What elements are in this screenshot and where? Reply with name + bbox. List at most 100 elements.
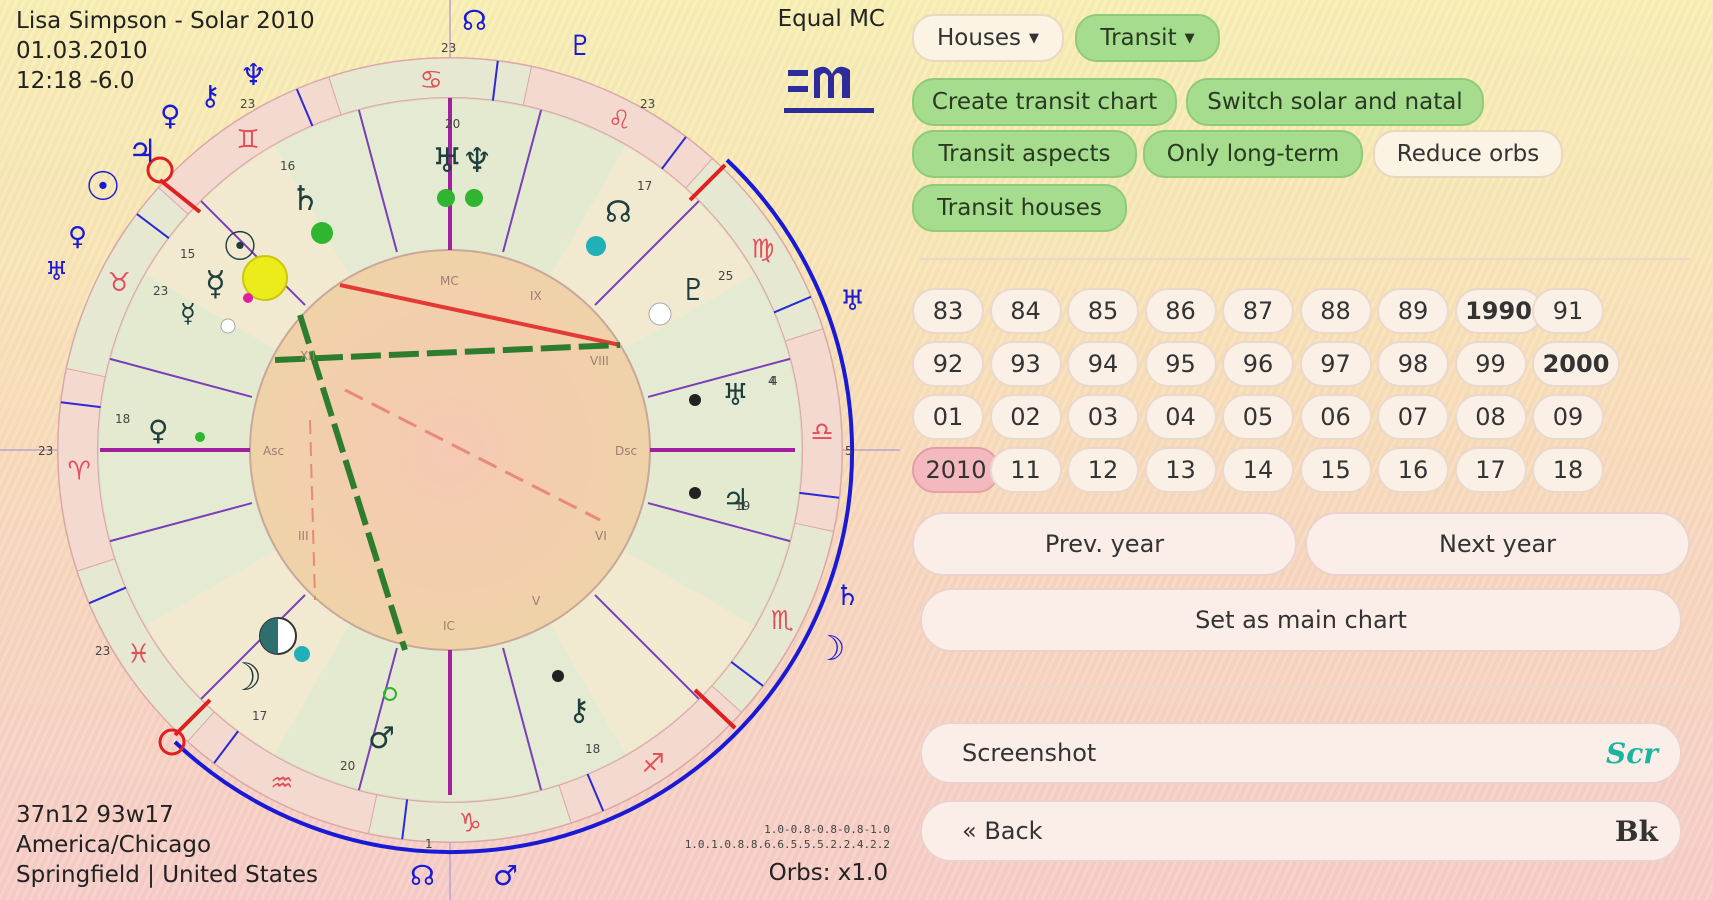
transit-node-glyph[interactable]: ☊	[462, 4, 487, 37]
year-button[interactable]: 02	[989, 394, 1062, 440]
houses-dropdown[interactable]: Houses ▼	[912, 14, 1064, 62]
year-button[interactable]: 89	[1377, 288, 1449, 334]
year-button[interactable]: 93	[989, 341, 1062, 387]
transit-aspects-button[interactable]: Transit aspects	[912, 130, 1137, 178]
year-button[interactable]: 1990	[1454, 288, 1543, 334]
create-transit-chart-button[interactable]: Create transit chart	[912, 78, 1177, 126]
zodiac-sign-glyph: ♉	[108, 268, 131, 298]
transit-moon-glyph[interactable]: ☽	[815, 629, 845, 669]
year-button[interactable]: 98	[1377, 341, 1449, 387]
houses-label: Houses	[936, 25, 1022, 51]
set-main-chart-button[interactable]: Set as main chart	[920, 588, 1682, 652]
planet-dot-green[interactable]	[437, 189, 455, 207]
uranus-glyph-2[interactable]: ♅	[722, 378, 749, 413]
transit-jupiter-glyph[interactable]: ♃	[128, 132, 157, 170]
transit-venus-glyph[interactable]: ♀	[160, 99, 181, 132]
degree-label: 1	[425, 837, 433, 851]
transit-houses-button[interactable]: Transit houses	[912, 184, 1127, 232]
sun-glyph[interactable]: ☉	[222, 224, 258, 270]
transit-uranus-glyph-2[interactable]: ♅	[45, 257, 68, 287]
planet-dot-white[interactable]	[648, 302, 672, 326]
transit-saturn-glyph[interactable]: ♄	[835, 579, 860, 612]
next-year-button[interactable]: Next year	[1305, 512, 1690, 576]
prev-year-button[interactable]: Prev. year	[912, 512, 1297, 576]
year-button[interactable]: 15	[1299, 447, 1372, 493]
year-button[interactable]: 99	[1454, 341, 1527, 387]
year-button[interactable]: 01	[912, 394, 984, 440]
transit-venus-glyph-2[interactable]: ♀	[68, 222, 87, 252]
zodiac-sign-glyph: ♓	[127, 640, 150, 670]
year-button[interactable]: 13	[1144, 447, 1217, 493]
neptune-glyph[interactable]: ♆	[462, 141, 492, 181]
year-button[interactable]: 86	[1144, 288, 1217, 334]
mars-glyph[interactable]: ♂	[368, 721, 395, 756]
year-button[interactable]: 83	[912, 288, 984, 334]
chart-date: 01.03.2010	[16, 38, 148, 64]
degree-label: 23	[240, 97, 255, 111]
red-cusp-ring	[158, 728, 186, 756]
transit-uranus-glyph[interactable]: ♅	[840, 284, 865, 317]
year-button[interactable]: 14	[1222, 447, 1294, 493]
year-button[interactable]: 97	[1299, 341, 1372, 387]
year-button[interactable]: 2000	[1532, 341, 1620, 387]
year-button[interactable]: 87	[1222, 288, 1294, 334]
planet-dot-white	[220, 318, 236, 334]
transit-pluto-glyph[interactable]: ♇	[568, 29, 593, 62]
saturn-glyph[interactable]: ♄	[290, 179, 320, 219]
year-button[interactable]: 06	[1299, 394, 1372, 440]
node-glyph[interactable]: ☊	[605, 195, 632, 230]
venus-glyph[interactable]: ♀	[148, 414, 169, 447]
uranus-glyph[interactable]: ♅	[432, 141, 462, 181]
only-long-term-button[interactable]: Only long-term	[1143, 130, 1363, 178]
year-button[interactable]: 16	[1377, 447, 1449, 493]
pluto-glyph[interactable]: ♇	[680, 273, 707, 308]
year-button[interactable]: 04	[1144, 394, 1217, 440]
year-button[interactable]: 05	[1222, 394, 1294, 440]
chart-time: 12:18 -6.0	[16, 68, 135, 94]
screenshot-button[interactable]: Screenshot Scr	[920, 722, 1682, 784]
chart-area: MC Asc Dsc IC IX VIII VI V III XII ☉ ☿ ♄	[0, 0, 900, 900]
year-button[interactable]: 11	[989, 447, 1062, 493]
transit-dropdown[interactable]: Transit ▼	[1075, 14, 1220, 62]
degree-label: 18	[585, 742, 600, 756]
planet-dot-black	[689, 487, 701, 499]
year-button[interactable]: 09	[1532, 394, 1604, 440]
year-button[interactable]: 12	[1067, 447, 1139, 493]
degree-label: 5	[845, 444, 853, 458]
moon-glyph[interactable]: ☽	[228, 655, 262, 699]
year-button[interactable]: 07	[1377, 394, 1449, 440]
house-label: VIII	[590, 354, 609, 368]
year-button[interactable]: 96	[1222, 341, 1294, 387]
mercury-glyph[interactable]: ☿	[205, 264, 226, 304]
year-button[interactable]: 95	[1144, 341, 1217, 387]
year-button[interactable]: 17	[1454, 447, 1527, 493]
year-button[interactable]: 91	[1532, 288, 1604, 334]
transit-mars-glyph[interactable]: ♂	[493, 859, 518, 892]
zodiac-sign-glyph: ♒	[270, 768, 293, 798]
year-button[interactable]: 03	[1067, 394, 1139, 440]
year-button[interactable]: 08	[1454, 394, 1527, 440]
transit-node-glyph-2[interactable]: ☊	[410, 859, 435, 892]
reduce-orbs-button[interactable]: Reduce orbs	[1373, 130, 1563, 178]
transit-sun-glyph[interactable]: ☉	[85, 164, 121, 210]
astro-wheel[interactable]: MC Asc Dsc IC IX VIII VI V III XII ☉ ☿ ♄	[0, 0, 900, 900]
planet-dot-cyan[interactable]	[586, 236, 606, 256]
degree-label: 17	[637, 179, 652, 193]
year-button[interactable]: 94	[1067, 341, 1139, 387]
year-button[interactable]: 85	[1067, 288, 1139, 334]
house-label: XII	[300, 349, 315, 363]
year-button[interactable]: 88	[1299, 288, 1372, 334]
house-label: V	[532, 594, 541, 608]
back-button[interactable]: « Back Bk	[920, 800, 1682, 862]
mercury-glyph-2[interactable]: ☿	[180, 299, 196, 329]
planet-dot-green[interactable]	[465, 189, 483, 207]
chiron-glyph[interactable]: ⚷	[568, 693, 590, 728]
year-button[interactable]: 92	[912, 341, 984, 387]
planet-dot-green[interactable]	[311, 222, 333, 244]
year-button[interactable]: 84	[989, 288, 1062, 334]
year-button[interactable]: 18	[1532, 447, 1604, 493]
zodiac-sign-glyph: ♋	[420, 66, 443, 96]
year-button[interactable]: 2010	[912, 447, 1000, 493]
house-label: VI	[595, 529, 607, 543]
switch-solar-natal-button[interactable]: Switch solar and natal	[1186, 78, 1484, 126]
